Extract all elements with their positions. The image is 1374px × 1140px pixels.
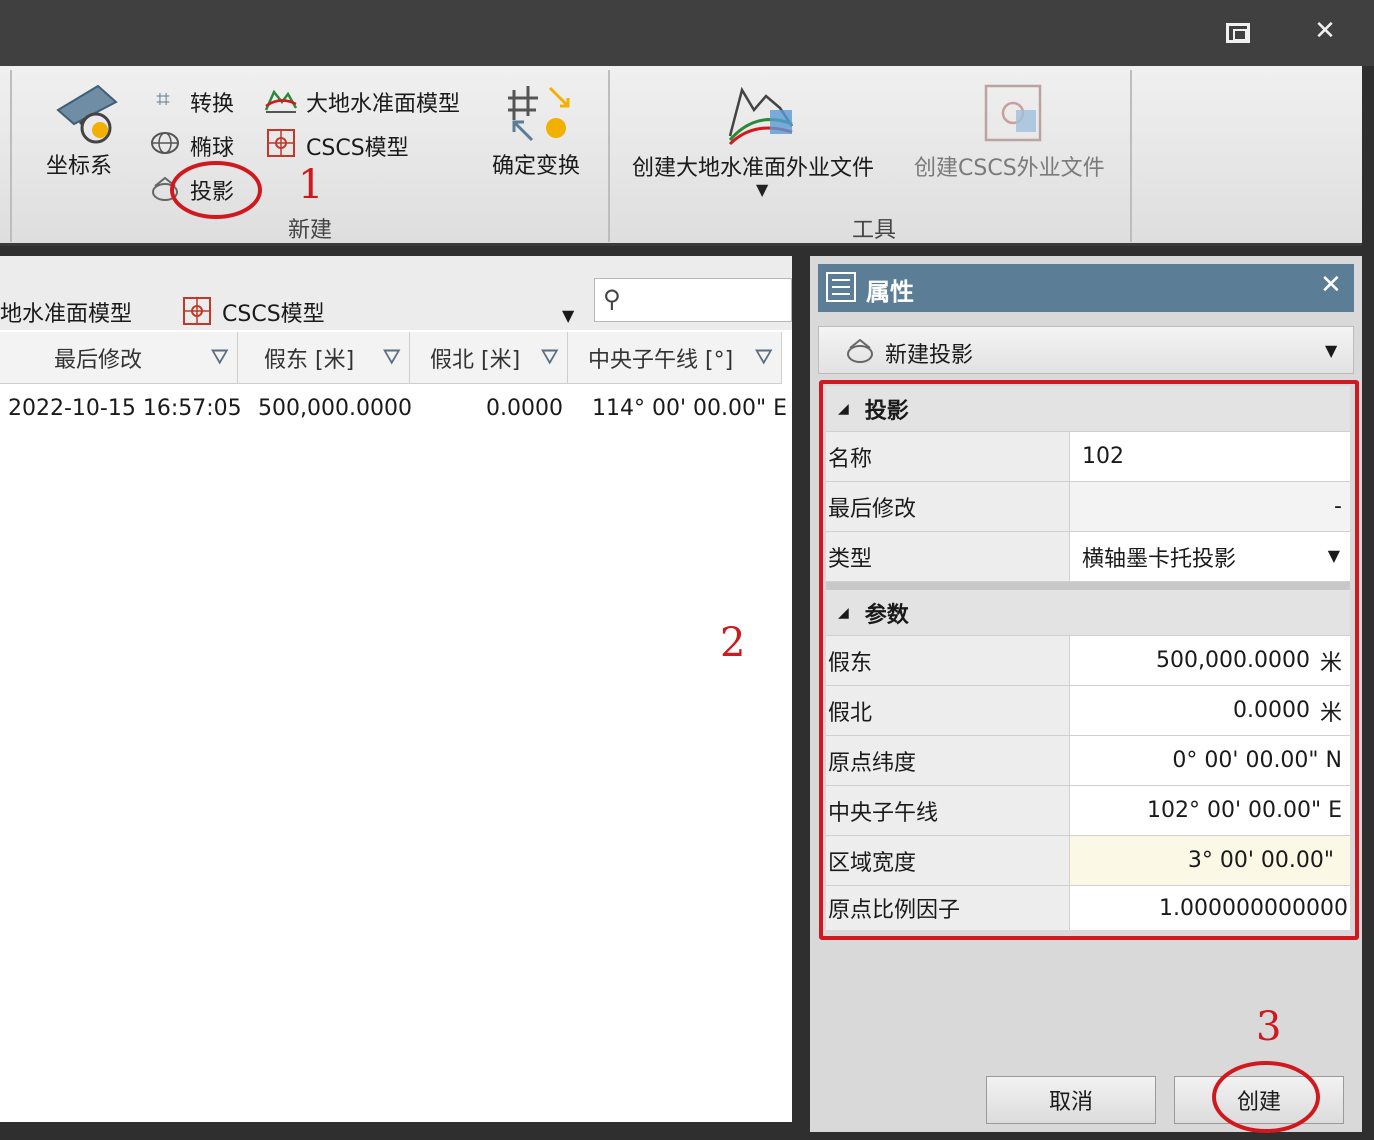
create-geoid-file-icon [728,86,794,146]
column-header-false-north[interactable]: 假北 [米] ⛛ [410,332,568,384]
annotation-number-2: 2 [720,620,746,666]
table-row[interactable]: 2022-10-15 16:57:05 500,000.0000 0.0000 … [0,386,787,434]
group-label-tools: 工具 [852,218,897,243]
properties-header: 属性 ✕ [818,264,1354,312]
dropdown-arrow-icon: ▼ [756,180,769,199]
transform-icon: ⌗ [156,85,170,113]
column-header-false-east[interactable]: 假东 [米] ⛛ [238,332,410,384]
tabs-dropdown-icon[interactable]: ▼ [562,306,574,325]
properties-title: 属性 [866,278,914,306]
cancel-button[interactable]: 取消 [986,1076,1156,1124]
chevron-down-icon: ▼ [1325,341,1338,360]
create-cscs-field-file-button: 创建CSCS外业文件 [910,78,1120,182]
tab-cscs-model[interactable]: CSCS模型 [222,296,325,328]
close-properties-icon[interactable]: ✕ [1320,270,1342,300]
properties-icon [826,272,856,302]
annotation-number-1: 1 [298,162,324,208]
annotation-circle-3 [1212,1061,1320,1133]
cscs-model-button[interactable]: CSCS模型 [264,126,424,161]
group-label-new: 新建 [288,218,333,243]
column-header-central-meridian[interactable]: 中央子午线 [°] ⛛ [568,332,782,384]
tab-geoid-model[interactable]: 地水准面模型 [0,296,132,328]
object-selector[interactable]: 新建投影 ▼ [818,326,1354,374]
search-box[interactable]: ⚲ [594,278,792,322]
column-header-modified[interactable]: 最后修改 ⛛ [0,332,238,384]
annotation-number-3: 3 [1256,1004,1282,1050]
cscs-model-icon [267,129,295,157]
projection-icon [847,338,873,363]
coordinate-system-button[interactable]: 坐标系 [40,80,126,180]
search-input[interactable] [635,285,785,315]
maximize-icon [1226,23,1250,43]
search-icon: ⚲ [603,285,621,313]
close-window-button[interactable]: ✕ [1305,16,1345,50]
determine-transform-button[interactable]: 确定变换 [490,80,594,180]
ellipsoid-button[interactable]: 椭球 [148,126,248,161]
create-cscs-file-icon [984,84,1042,142]
annotation-circle-1 [170,161,262,219]
filter-icon[interactable]: ⛛ [541,345,559,370]
ellipsoid-icon [151,132,179,154]
geoid-model-icon [264,89,298,113]
geoid-model-button[interactable]: 大地水准面模型 [264,82,478,117]
filter-icon[interactable]: ⛛ [755,345,773,370]
coordinate-system-icon [56,84,118,144]
title-bar [0,0,1374,66]
determine-transform-icon [508,86,570,142]
annotation-box-2 [819,380,1359,940]
maximize-button[interactable] [1218,16,1258,50]
filter-icon[interactable]: ⛛ [383,345,401,370]
cscs-model-icon [183,297,211,325]
close-icon: ✕ [1314,16,1336,46]
filter-icon[interactable]: ⛛ [211,345,229,370]
transform-button[interactable]: ⌗ 转换 [148,82,248,117]
create-geoid-field-file-button[interactable]: 创建大地水准面外业文件 ▼ [626,78,902,202]
